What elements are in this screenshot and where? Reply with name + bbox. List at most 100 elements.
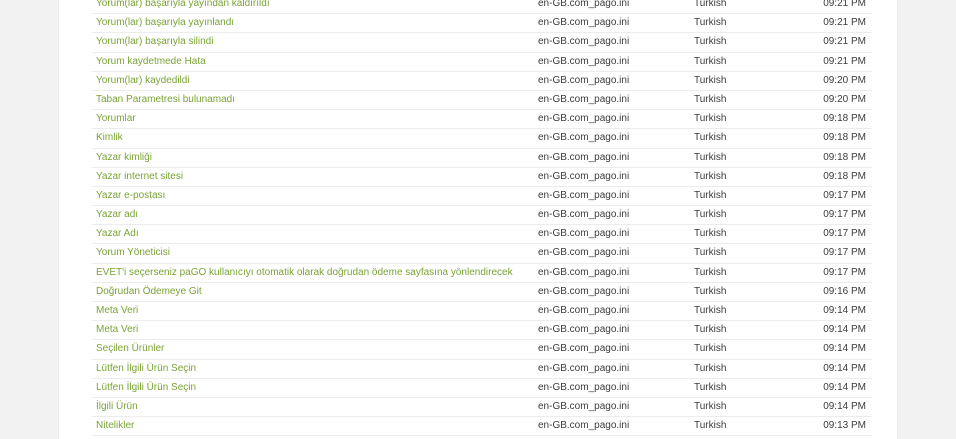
file-name-cell: en-GB.com_pago.ini: [538, 36, 630, 48]
table-row: Yorum kaydetmede Hata en-GB.com_pago.ini T…: [92, 53, 872, 72]
table-row: Nitelikler en-GB.com_pago.ini Turkish 09:13…: [92, 417, 872, 437]
time-cell: 09:14 PM: [823, 343, 866, 355]
translation-text-link[interactable]: Seçilen Ürünler: [96, 340, 164, 358]
table-row: Doğrudan Ödemeye Git en-GB.com_pago.ini Tu…: [92, 283, 872, 302]
table-row: Yorum(lar) başarıyla silindi en-GB.com_pa…: [92, 33, 872, 53]
table-row: Taban Parametresi bulunamadı en-GB.com_pa…: [92, 91, 872, 111]
file-name-cell: en-GB.com_pago.ini: [538, 324, 630, 336]
translation-text-link[interactable]: Kimlik: [96, 129, 123, 147]
translation-text-link[interactable]: Yazar internet sitesi: [96, 168, 183, 186]
time-cell: 09:21 PM: [823, 0, 866, 9]
translation-text-link[interactable]: Nitelikler: [96, 417, 134, 435]
time-cell: 09:14 PM: [823, 400, 866, 412]
language-cell: Turkish: [694, 132, 727, 144]
table-row: Yazar internet sitesi en-GB.com_pago.ini T…: [92, 168, 872, 187]
file-name-cell: en-GB.com_pago.ini: [538, 247, 630, 259]
time-cell: 09:20 PM: [823, 93, 866, 105]
language-cell: Turkish: [694, 285, 727, 297]
time-cell: 09:20 PM: [823, 74, 866, 86]
table-row: Yorumlar en-GB.com_pago.ini Turkish 09:18 P…: [92, 110, 872, 130]
translation-text-link[interactable]: Yazar Adı: [96, 225, 139, 243]
time-cell: 09:17 PM: [823, 189, 866, 201]
file-name-cell: en-GB.com_pago.ini: [538, 113, 630, 125]
language-cell: Turkish: [694, 17, 727, 29]
translation-text-link[interactable]: Lütfen İlgili Ürün Seçin: [96, 379, 196, 397]
translations-table: Yorum(lar) başarıyla yayından kaldırıldı…: [92, 0, 872, 437]
time-cell: 09:17 PM: [823, 228, 866, 240]
file-name-cell: en-GB.com_pago.ini: [538, 132, 630, 144]
file-name-cell: en-GB.com_pago.ini: [538, 420, 630, 432]
table-row: Yazar Adı en-GB.com_pago.ini Turkish 09:17 …: [92, 225, 872, 245]
table-row: Meta Veri en-GB.com_pago.ini Turkish 09:14 …: [92, 321, 872, 341]
translation-text-link[interactable]: Yorum Yöneticisi: [96, 244, 170, 262]
content-panel: Yorum(lar) başarıyla yayından kaldırıldı…: [59, 0, 897, 439]
translation-text-link[interactable]: Yorum(lar) kaydedildi: [96, 72, 190, 90]
time-cell: 09:21 PM: [823, 55, 866, 67]
table-row: Yazar adı en-GB.com_pago.ini Turkish 09:17 …: [92, 206, 872, 226]
translation-text-link[interactable]: Yazar kimliği: [96, 149, 152, 167]
language-cell: Turkish: [694, 247, 727, 259]
table-row: Kimlik en-GB.com_pago.ini Turkish 09:18 PM: [92, 129, 872, 149]
file-name-cell: en-GB.com_pago.ini: [538, 400, 630, 412]
translation-text-link[interactable]: Yorum(lar) başarıyla yayından kaldırıldı: [96, 0, 270, 13]
time-cell: 09:17 PM: [823, 266, 866, 278]
time-cell: 09:14 PM: [823, 324, 866, 336]
file-name-cell: en-GB.com_pago.ini: [538, 209, 630, 221]
translation-text-link[interactable]: Yorum(lar) başarıyla yayınlandı: [96, 14, 234, 32]
file-name-cell: en-GB.com_pago.ini: [538, 228, 630, 240]
translation-text-link[interactable]: Yorumlar: [96, 110, 136, 128]
language-cell: Turkish: [694, 266, 727, 278]
language-cell: Turkish: [694, 151, 727, 163]
language-cell: Turkish: [694, 324, 727, 336]
time-cell: 09:18 PM: [823, 151, 866, 163]
translation-text-link[interactable]: Yorum kaydetmede Hata: [96, 53, 206, 71]
time-cell: 09:18 PM: [823, 132, 866, 144]
translation-text-link[interactable]: Meta Veri: [96, 321, 138, 339]
language-cell: Turkish: [694, 113, 727, 125]
time-cell: 09:14 PM: [823, 305, 866, 316]
file-name-cell: en-GB.com_pago.ini: [538, 17, 630, 29]
table-row: Yorum(lar) başarıyla yayından kaldırıldı…: [92, 0, 872, 15]
translation-text-link[interactable]: Taban Parametresi bulunamadı: [96, 91, 235, 109]
language-cell: Turkish: [694, 381, 727, 393]
time-cell: 09:21 PM: [823, 17, 866, 29]
translation-text-link[interactable]: Yazar e-postası: [96, 187, 165, 205]
file-name-cell: en-GB.com_pago.ini: [538, 266, 630, 278]
translation-text-link[interactable]: Doğrudan Ödemeye Git: [96, 283, 202, 301]
language-cell: Turkish: [694, 0, 727, 9]
translation-text-link[interactable]: Yorum(lar) başarıyla silindi: [96, 33, 213, 51]
language-cell: Turkish: [694, 209, 727, 221]
time-cell: 09:17 PM: [823, 209, 866, 221]
file-name-cell: en-GB.com_pago.ini: [538, 55, 630, 67]
file-name-cell: en-GB.com_pago.ini: [538, 74, 630, 86]
file-name-cell: en-GB.com_pago.ini: [538, 170, 630, 182]
table-row: Seçilen Ürünler en-GB.com_pago.ini Turkish…: [92, 340, 872, 360]
translation-text-link[interactable]: EVET'i seçerseniz paGO kullanıcıyı otoma…: [96, 264, 513, 282]
file-name-cell: en-GB.com_pago.ini: [538, 93, 630, 105]
table-row: Yorum Yöneticisi en-GB.com_pago.ini Turkis…: [92, 244, 872, 264]
language-cell: Turkish: [694, 305, 727, 316]
language-cell: Turkish: [694, 74, 727, 86]
table-row: EVET'i seçerseniz paGO kullanıcıyı otoma…: [92, 264, 872, 283]
file-name-cell: en-GB.com_pago.ini: [538, 285, 630, 297]
time-cell: 09:14 PM: [823, 362, 866, 374]
file-name-cell: en-GB.com_pago.ini: [538, 362, 630, 374]
language-cell: Turkish: [694, 55, 727, 67]
file-name-cell: en-GB.com_pago.ini: [538, 0, 630, 9]
file-name-cell: en-GB.com_pago.ini: [538, 189, 630, 201]
translation-text-link[interactable]: İlgili Ürün: [96, 398, 138, 416]
translation-text-link[interactable]: Meta Veri: [96, 302, 138, 320]
language-cell: Turkish: [694, 400, 727, 412]
table-row: Yazar e-postası en-GB.com_pago.ini Turkish…: [92, 187, 872, 207]
table-row: Lütfen İlgili Ürün Seçin en-GB.com_pago.i…: [92, 360, 872, 379]
table-row: Lütfen İlgili Ürün Seçin en-GB.com_pago.i…: [92, 379, 872, 398]
translation-text-link[interactable]: Lütfen İlgili Ürün Seçin: [96, 360, 196, 378]
time-cell: 09:13 PM: [823, 420, 866, 432]
table-row: Yazar kimliği en-GB.com_pago.ini Turkish 09…: [92, 149, 872, 168]
language-cell: Turkish: [694, 228, 727, 240]
table-row: Yorum(lar) kaydedildi en-GB.com_pago.ini T…: [92, 72, 872, 91]
file-name-cell: en-GB.com_pago.ini: [538, 343, 630, 355]
translation-text-link[interactable]: Yazar adı: [96, 206, 138, 224]
language-cell: Turkish: [694, 170, 727, 182]
time-cell: 09:18 PM: [823, 113, 866, 125]
